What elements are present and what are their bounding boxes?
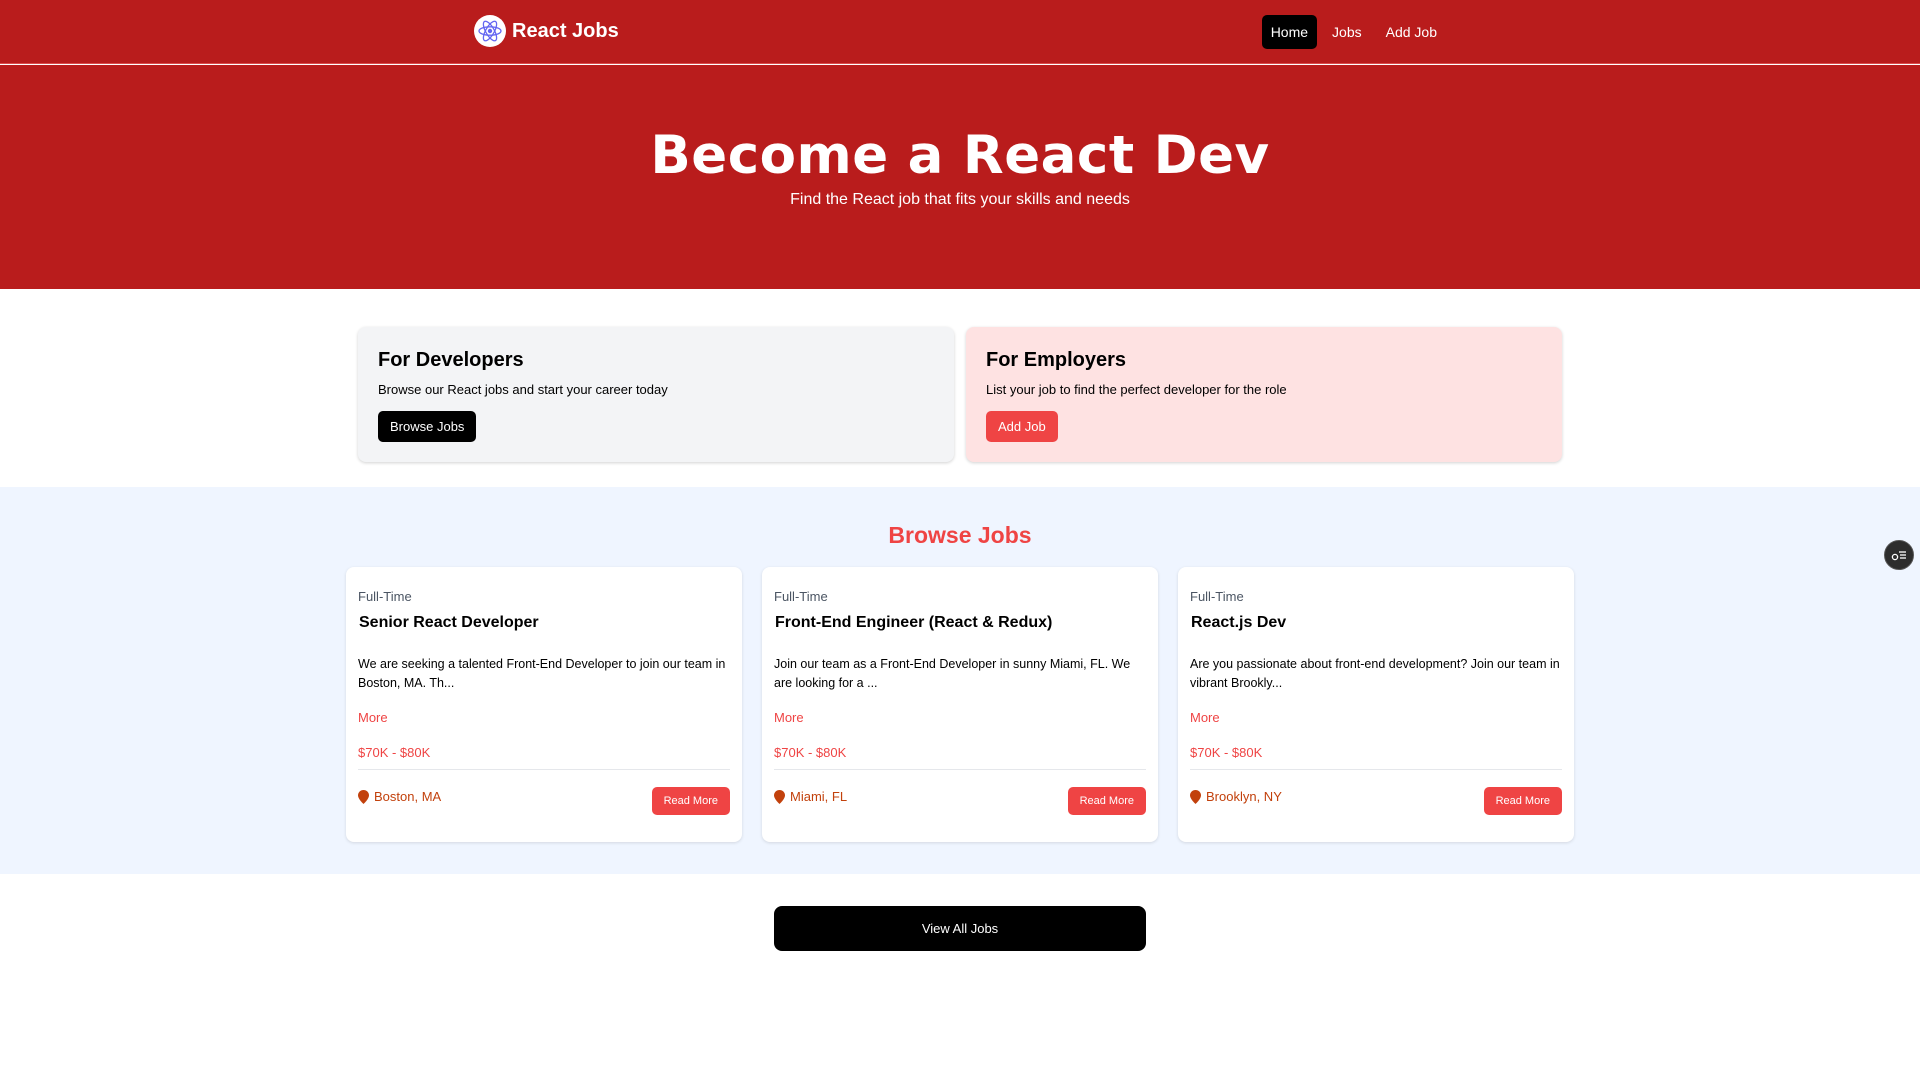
toggle-panel-icon[interactable] <box>1884 540 1914 570</box>
add-job-button[interactable]: Add Job <box>986 411 1058 442</box>
job-divider <box>358 769 730 770</box>
job-more-toggle[interactable]: More <box>774 710 804 725</box>
view-all-jobs-button[interactable]: View All Jobs <box>774 906 1146 951</box>
job-card: Full-Time Senior React Developer We are … <box>346 567 742 842</box>
job-location-text: Brooklyn, NY <box>1206 789 1282 804</box>
job-location: Miami, FL <box>774 789 847 804</box>
nav-link-jobs[interactable]: Jobs <box>1323 15 1371 49</box>
map-marker-icon <box>1190 789 1201 804</box>
map-marker-icon <box>358 789 369 804</box>
read-more-button[interactable]: Read More <box>651 787 730 815</box>
hero-subtitle: Find the React job that fits your skills… <box>790 191 1130 208</box>
job-type: Full-Time <box>1190 589 1244 604</box>
job-title: Front-End Engineer (React & Redux) <box>775 614 1053 631</box>
job-type: Full-Time <box>774 589 828 604</box>
react-atom-icon <box>474 15 506 47</box>
job-more-toggle[interactable]: More <box>358 710 388 725</box>
job-card: Full-Time React.js Dev Are you passionat… <box>1178 567 1574 842</box>
nav-link-home[interactable]: Home <box>1261 15 1318 49</box>
developers-card-text: Browse our React jobs and start your car… <box>378 382 668 397</box>
navbar: React Jobs Home Jobs Add Job <box>0 0 1920 64</box>
job-title: Senior React Developer <box>359 614 539 631</box>
nav-link-add-job[interactable]: Add Job <box>1377 15 1446 49</box>
job-divider <box>774 769 1146 770</box>
brand-name: React Jobs <box>512 19 619 42</box>
job-listings-section: Browse Jobs Full-Time Senior React Devel… <box>0 487 1920 874</box>
developers-card-title: For Developers <box>378 349 524 371</box>
employers-card-text: List your job to find the perfect develo… <box>986 382 1287 397</box>
employers-card-title: For Employers <box>986 349 1127 371</box>
job-title: React.js Dev <box>1191 614 1287 631</box>
read-more-button[interactable]: Read More <box>1483 787 1562 815</box>
brand-link[interactable]: React Jobs <box>474 15 619 47</box>
job-description: We are seeking a talented Front-End Deve… <box>358 657 726 690</box>
hero-title: Become a React Dev <box>650 125 1270 186</box>
job-listings-title: Browse Jobs <box>888 522 1032 548</box>
developers-card: For Developers Browse our React jobs and… <box>358 327 954 462</box>
job-card: Full-Time Front-End Engineer (React & Re… <box>762 567 1158 842</box>
job-location-text: Boston, MA <box>374 789 442 804</box>
job-salary: $70K - $80K <box>358 745 431 760</box>
job-location: Boston, MA <box>358 789 441 804</box>
job-salary: $70K - $80K <box>1190 745 1263 760</box>
job-more-toggle[interactable]: More <box>1190 710 1220 725</box>
browse-jobs-button[interactable]: Browse Jobs <box>378 411 477 442</box>
job-location-text: Miami, FL <box>790 789 848 804</box>
job-description: Are you passionate about front-end devel… <box>1190 657 1560 690</box>
read-more-button[interactable]: Read More <box>1067 787 1146 815</box>
nav-links: Home Jobs Add Job <box>1261 15 1446 49</box>
job-description: Join our team as a Front-End Developer i… <box>774 657 1131 690</box>
job-type: Full-Time <box>358 589 412 604</box>
map-marker-icon <box>774 789 785 804</box>
job-divider <box>1190 769 1562 770</box>
job-salary: $70K - $80K <box>774 745 847 760</box>
employers-card: For Employers List your job to find the … <box>966 327 1562 462</box>
job-location: Brooklyn, NY <box>1190 789 1282 804</box>
hero-section: Become a React Dev Find the React job th… <box>0 65 1920 289</box>
